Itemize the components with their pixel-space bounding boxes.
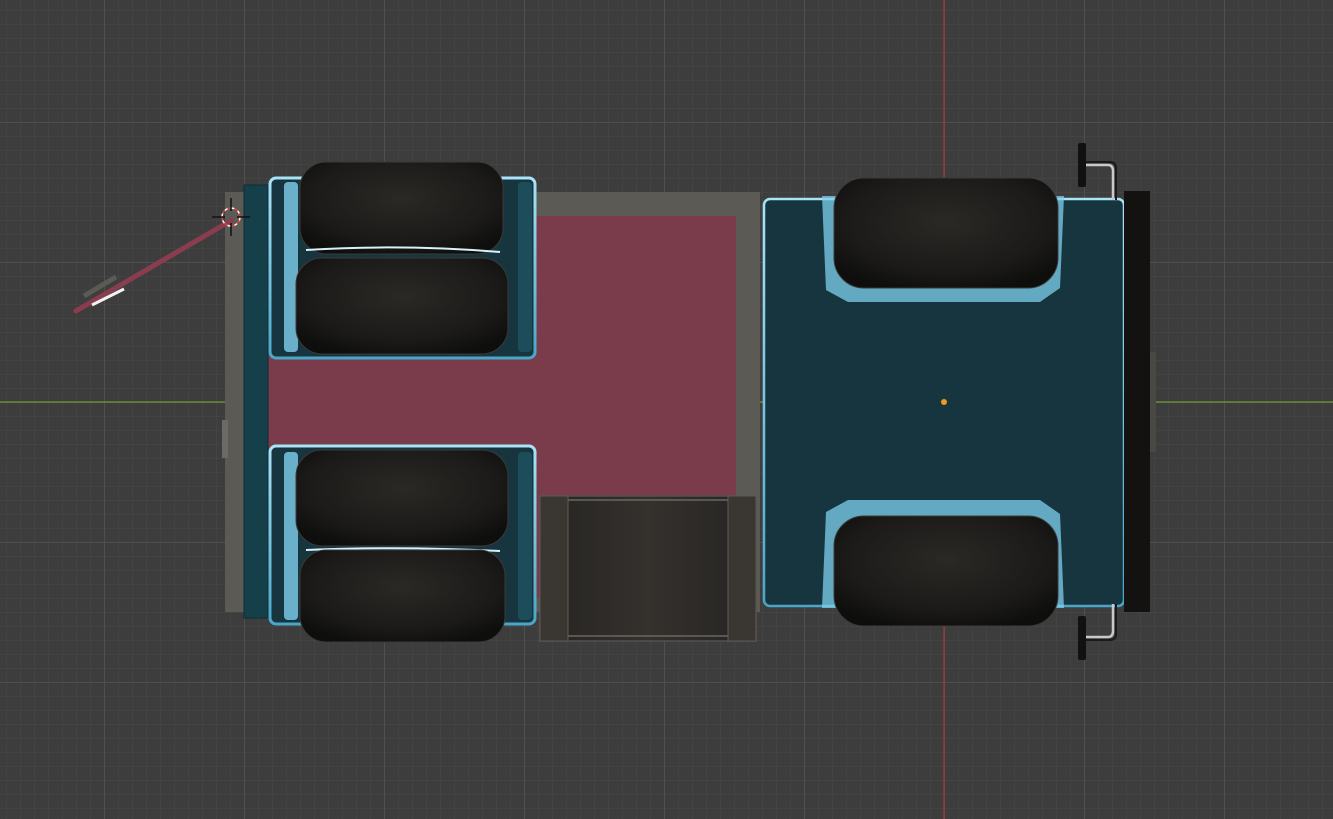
front-bumper[interactable]	[1124, 191, 1150, 612]
trailer-tire-bottom-left[interactable]	[295, 449, 509, 547]
tractor[interactable]	[762, 143, 1156, 660]
tool-box[interactable]	[539, 495, 757, 642]
trailer-tire-top-left[interactable]	[299, 161, 504, 255]
mirror-bottom[interactable]	[1078, 604, 1117, 660]
trailer-tire-housing-top[interactable]	[268, 161, 537, 360]
3d-viewport[interactable]	[0, 0, 1333, 819]
trailer-tire-top-right[interactable]	[295, 257, 509, 355]
trailer-tire-bottom-right[interactable]	[299, 549, 506, 643]
bumper-bracket	[1150, 352, 1156, 452]
trailer-tire-housing-bottom[interactable]	[268, 444, 537, 643]
tractor-tire-top[interactable]	[833, 177, 1059, 289]
tractor-tire-bottom[interactable]	[833, 515, 1059, 627]
mirror-top[interactable]	[1078, 143, 1117, 200]
object-origin-icon[interactable]	[941, 399, 947, 405]
trailer-hitch-nub	[222, 420, 228, 458]
scene-canvas[interactable]	[0, 0, 1333, 819]
tow-bar[interactable]	[73, 217, 235, 314]
trailer-front-strip[interactable]	[244, 185, 268, 618]
